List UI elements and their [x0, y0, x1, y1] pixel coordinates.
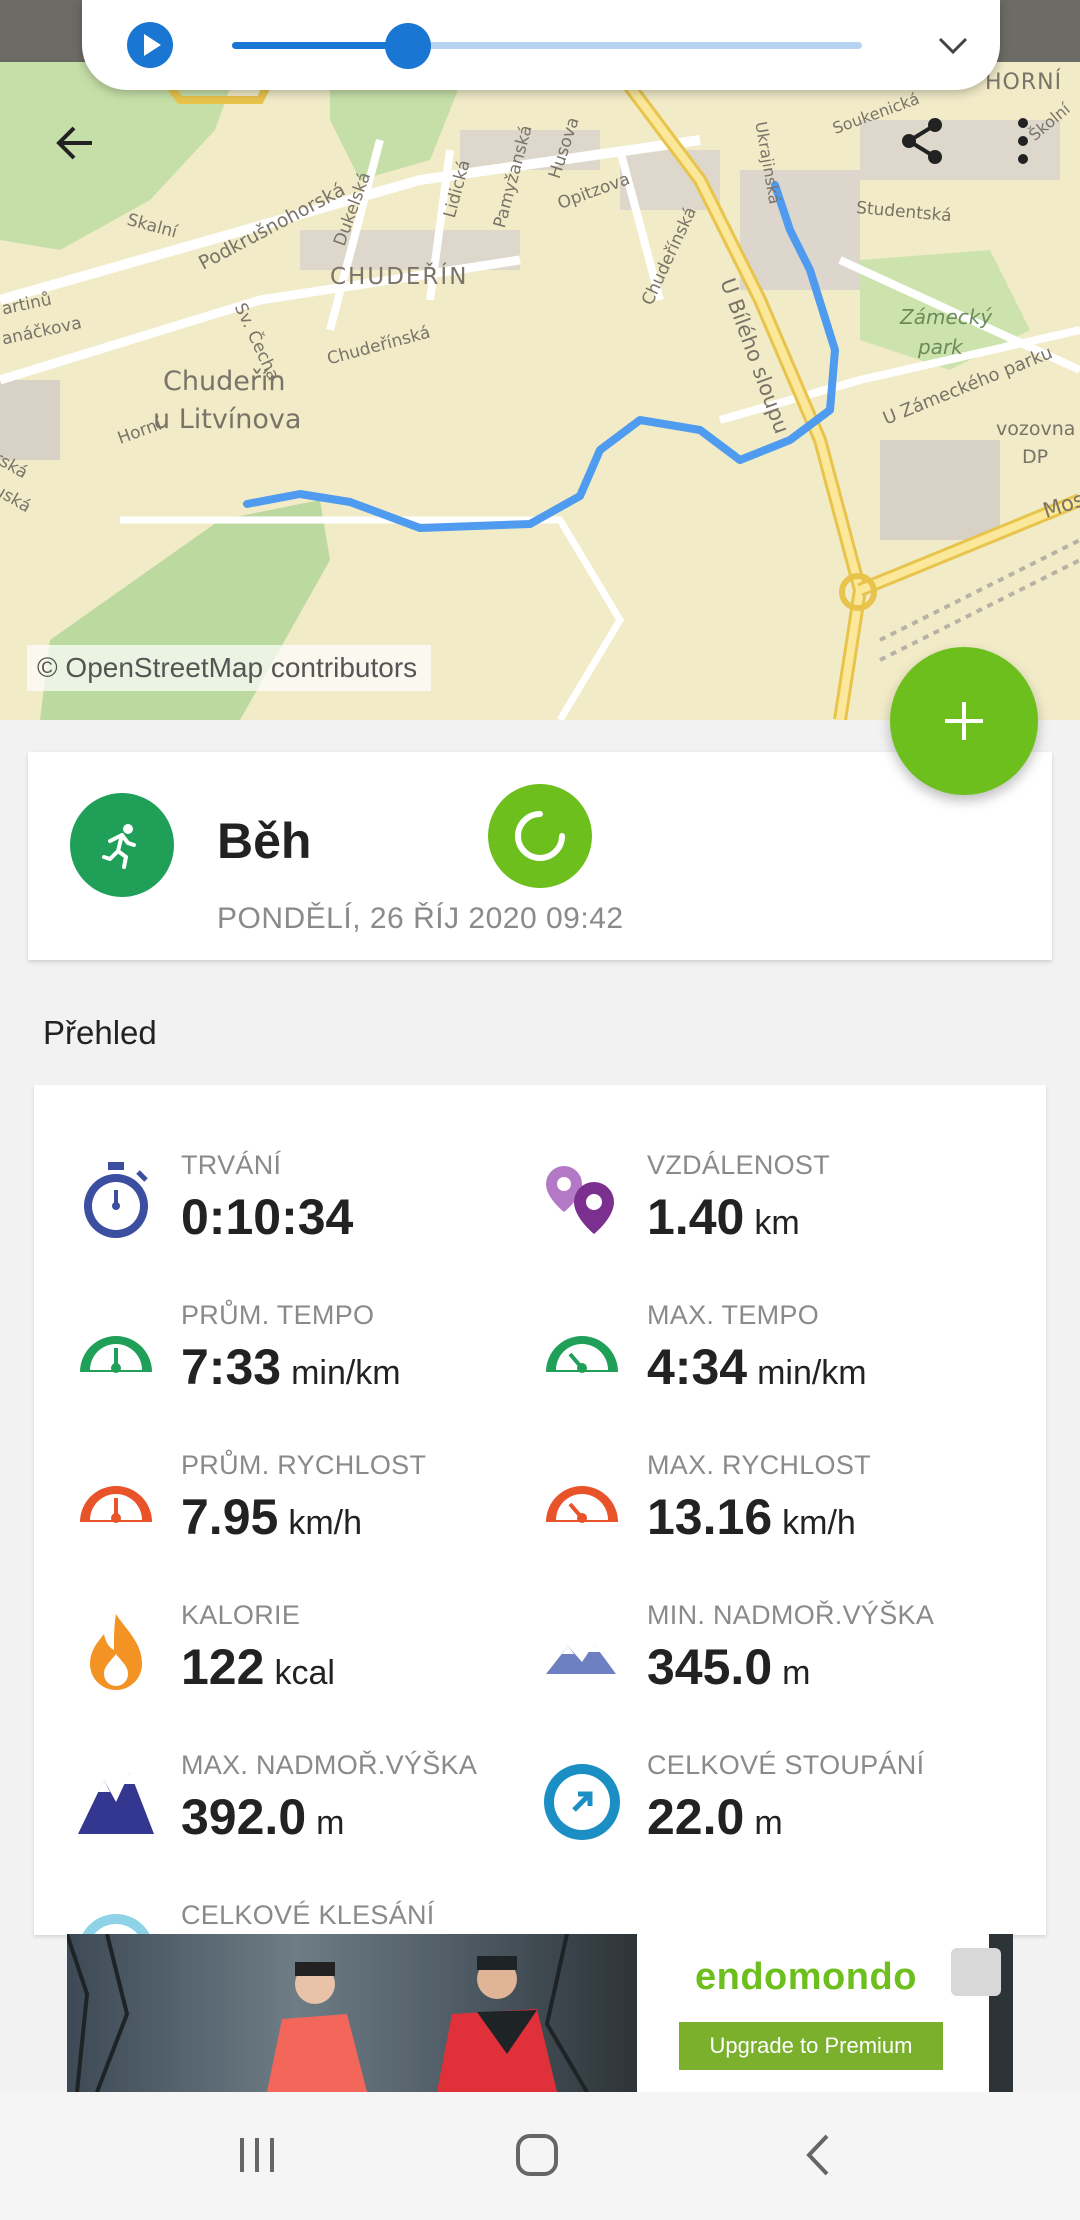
- stat-label: TRVÁNÍ: [181, 1150, 282, 1180]
- flame-icon: [90, 1614, 142, 1690]
- stat-value: 7:33 min/km: [181, 1339, 401, 1395]
- stat-value: 7.95 km/h: [181, 1489, 363, 1545]
- stat-max-pace: MAX. TEMPO 4:34 min/km: [540, 1300, 1010, 1410]
- stat-avg-speed: PRŮM. RYCHLOST 7.95 km/h: [74, 1450, 544, 1560]
- share-button[interactable]: [888, 106, 958, 176]
- stat-label: MAX. TEMPO: [647, 1300, 820, 1330]
- avg-speed-gauge-icon: [80, 1486, 152, 1523]
- workout-header-card: Běh PONDĚLÍ, 26 ŘÍJ 2020 09:42: [28, 752, 1052, 960]
- recent-apps-icon[interactable]: [232, 2130, 282, 2180]
- map-label-park: park: [918, 335, 963, 359]
- sport-title: Běh: [217, 813, 312, 869]
- stat-label: CELKOVÉ KLESÁNÍ: [181, 1900, 435, 1930]
- stat-label: CELKOVÉ STOUPÁNÍ: [647, 1750, 925, 1780]
- seek-bar[interactable]: [232, 23, 862, 69]
- running-icon: [102, 824, 136, 869]
- media-player-bar: [82, 0, 1000, 90]
- distance-pins-icon: [546, 1166, 614, 1234]
- ad-banner[interactable]: endomondo Upgrade to Premium: [67, 1934, 1013, 2092]
- ad-panel: endomondo Upgrade to Premium: [637, 1934, 989, 2092]
- map-label-district: HORNÍ: [985, 70, 1063, 95]
- stat-value: 345.0 m: [647, 1639, 811, 1695]
- stat-total-ascent: CELKOVÉ STOUPÁNÍ 22.0 m: [540, 1750, 1010, 1860]
- stat-label: MAX. NADMOŘ.VÝŠKA: [181, 1750, 478, 1780]
- map-label-depot: DP: [1022, 446, 1049, 468]
- ascent-arrow-icon: [544, 1764, 620, 1840]
- sync-indicator: [488, 784, 592, 888]
- overview-stats-card: TRVÁNÍ 0:10:34 VZDÁLENOST 1.40 km PRŮM. T…: [34, 1085, 1046, 1935]
- sport-badge: [70, 793, 174, 897]
- stat-label: VZDÁLENOST: [647, 1150, 831, 1180]
- max-speed-gauge-icon: [546, 1486, 618, 1523]
- map-label-district-2: u Litvínova: [153, 404, 302, 435]
- stat-value: 392.0 m: [181, 1789, 345, 1845]
- ad-brand-logo: endomondo: [695, 1956, 917, 1998]
- stat-value: 1.40 km: [647, 1189, 800, 1245]
- ad-runners-image: [67, 1934, 589, 2092]
- sync-spinner-icon: [515, 811, 565, 861]
- stat-value: 22.0 m: [647, 1789, 783, 1845]
- back-button[interactable]: [40, 108, 110, 178]
- more-options-button[interactable]: [988, 106, 1058, 176]
- low-mountains-icon: [546, 1644, 616, 1674]
- stat-label: PRŮM. TEMPO: [181, 1300, 375, 1330]
- ad-photo: [67, 1934, 637, 2092]
- map-attribution[interactable]: © OpenStreetMap contributors: [27, 645, 432, 691]
- stat-value: 122 kcal: [181, 1639, 335, 1695]
- stat-calories: KALORIE 122 kcal: [74, 1600, 544, 1710]
- stat-distance: VZDÁLENOST 1.40 km: [540, 1150, 1010, 1260]
- add-button[interactable]: [890, 647, 1038, 795]
- back-nav-icon[interactable]: [795, 2130, 845, 2180]
- max-pace-gauge-icon: [546, 1336, 618, 1373]
- stat-value: 0:10:34: [181, 1189, 354, 1245]
- map-label-chuderin: CHUDEŘÍN: [330, 264, 469, 290]
- workout-datetime: PONDĚLÍ, 26 ŘÍJ 2020 09:42: [217, 902, 624, 935]
- arrow-left-icon: [56, 126, 92, 160]
- home-icon[interactable]: [512, 2130, 562, 2180]
- stat-avg-pace: PRŮM. TEMPO 7:33 min/km: [74, 1300, 544, 1410]
- descent-arrow-icon: [82, 1914, 150, 1935]
- stat-value: 4:34 min/km: [647, 1339, 867, 1395]
- seek-progress: [232, 42, 409, 49]
- stat-max-altitude: MAX. NADMOŘ.VÝŠKA 392.0 m: [74, 1750, 544, 1860]
- screen: CHUDEŘÍN Chudeřín u Litvínova Podkrušnoh…: [0, 0, 1080, 2220]
- stat-label: PRŮM. RYCHLOST: [181, 1450, 427, 1480]
- stat-min-altitude: MIN. NADMOŘ.VÝŠKA 345.0 m: [540, 1600, 1010, 1710]
- stat-label: MIN. NADMOŘ.VÝŠKA: [647, 1600, 935, 1630]
- chevron-down-icon[interactable]: [930, 22, 976, 68]
- stat-duration: TRVÁNÍ 0:10:34: [74, 1150, 544, 1260]
- stat-label: MAX. RYCHLOST: [647, 1450, 871, 1480]
- play-icon[interactable]: [127, 22, 173, 68]
- upgrade-premium-button[interactable]: Upgrade to Premium: [679, 2022, 943, 2070]
- stat-max-speed: MAX. RYCHLOST 13.16 km/h: [540, 1450, 1010, 1560]
- stopwatch-icon: [84, 1162, 148, 1238]
- avg-pace-gauge-icon: [80, 1336, 152, 1373]
- seek-thumb[interactable]: [385, 23, 432, 69]
- map-label-depot: vozovna: [996, 418, 1076, 440]
- ad-info-icon[interactable]: [951, 1948, 1001, 1996]
- map-label-park: Zámecký: [900, 305, 993, 329]
- share-icon: [902, 118, 942, 164]
- high-mountains-icon: [78, 1772, 154, 1834]
- stat-total-descent: CELKOVÉ KLESÁNÍ: [74, 1900, 544, 1935]
- stat-value: 13.16 km/h: [647, 1489, 856, 1545]
- stat-label: KALORIE: [181, 1600, 301, 1630]
- system-navigation-bar: [0, 2092, 1080, 2220]
- more-vertical-icon: [1018, 118, 1028, 164]
- section-title-overview: Přehled: [43, 1014, 157, 1051]
